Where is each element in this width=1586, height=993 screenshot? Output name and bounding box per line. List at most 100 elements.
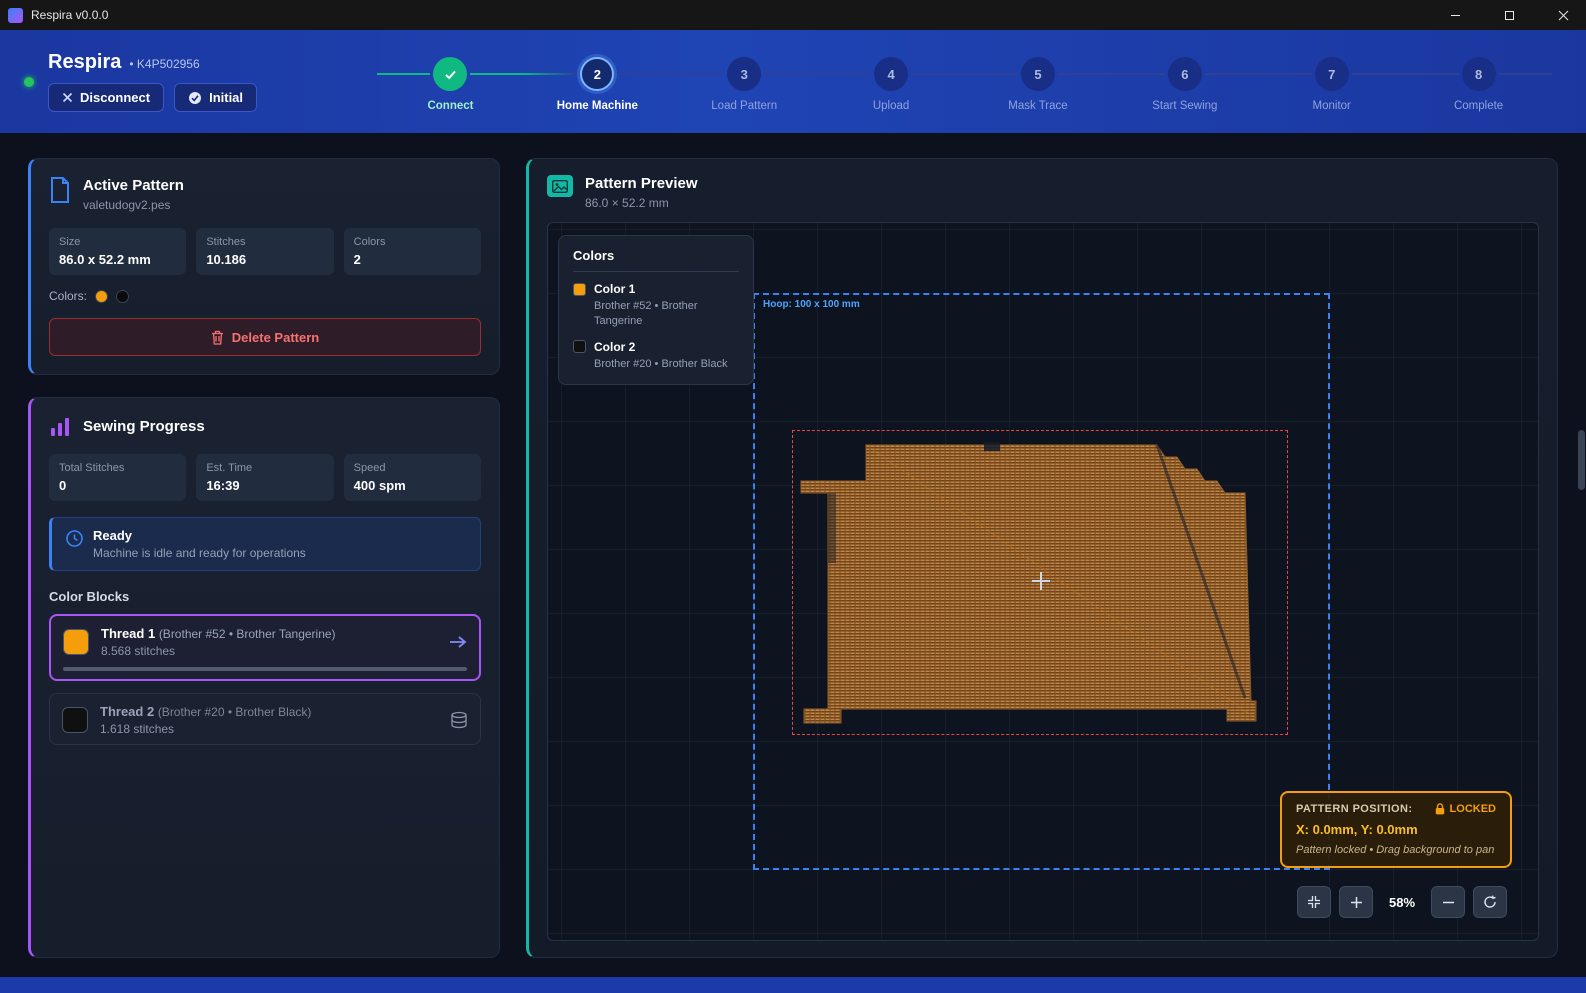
thread-2-detail: (Brother #20 • Brother Black)	[158, 705, 312, 719]
header: Respira • K4P502956 Disconnect Initial	[0, 30, 1586, 133]
stat-size-label: Size	[59, 236, 176, 248]
bar-chart-icon	[49, 416, 71, 438]
serial-number: • K4P502956	[129, 57, 199, 71]
zoom-out-button[interactable]	[1431, 886, 1465, 918]
lock-icon	[1435, 803, 1445, 815]
stat-colors-label: Colors	[354, 236, 471, 248]
step-monitor[interactable]: 7 Monitor	[1258, 57, 1405, 112]
step-load-pattern[interactable]: 3 Load Pattern	[671, 57, 818, 112]
main-content: Active Pattern valetudogv2.pes Size 86.0…	[0, 133, 1586, 977]
disconnect-button[interactable]: Disconnect	[48, 83, 164, 112]
document-icon	[49, 177, 71, 203]
maximize-icon	[1504, 10, 1515, 21]
stat-total-stitches-value: 0	[59, 478, 176, 493]
app-window: Respira v0.0.0 Respira • K4P502956 Disco…	[0, 0, 1586, 993]
fit-screen-icon	[1307, 895, 1321, 909]
thread-1-name: Thread 1	[101, 626, 155, 641]
window-scrollbar[interactable]	[1578, 30, 1585, 977]
step-upload[interactable]: 4 Upload	[818, 57, 965, 112]
step-start-sewing[interactable]: 6 Start Sewing	[1111, 57, 1258, 112]
thread-1-row[interactable]: Thread 1 (Brother #52 • Brother Tangerin…	[49, 614, 481, 681]
stat-total-stitches: Total Stitches 0	[49, 454, 186, 501]
step-connect-label: Connect	[427, 100, 473, 112]
window-title: Respira v0.0.0	[31, 8, 108, 22]
minus-icon	[1442, 896, 1455, 909]
stat-size: Size 86.0 x 52.2 mm	[49, 228, 186, 275]
close-button[interactable]	[1540, 0, 1586, 30]
legend-item-color2: Color 2 Brother #20 • Brother Black	[573, 340, 739, 372]
machine-status: Ready Machine is idle and ready for oper…	[49, 517, 481, 571]
maximize-button[interactable]	[1486, 0, 1532, 30]
x-icon	[62, 92, 73, 103]
footer-strip	[0, 977, 1586, 993]
thread-2-row[interactable]: Thread 2 (Brother #20 • Brother Black) 1…	[49, 693, 481, 745]
step-monitor-circle: 7	[1315, 57, 1349, 91]
position-coords: X: 0.0mm, Y: 0.0mm	[1296, 822, 1496, 837]
fit-to-screen-button[interactable]	[1297, 886, 1331, 918]
connection-status-dot	[24, 77, 34, 87]
thread-1-detail: (Brother #52 • Brother Tangerine)	[159, 627, 336, 641]
step-upload-label: Upload	[873, 100, 909, 112]
pattern-filename: valetudogv2.pes	[83, 198, 184, 212]
refresh-icon	[1483, 895, 1497, 909]
thread-1-swatch	[63, 629, 89, 655]
delete-pattern-button[interactable]: Delete Pattern	[49, 318, 481, 356]
step-complete[interactable]: 8 Complete	[1405, 57, 1552, 112]
legend-swatch-2	[573, 340, 586, 353]
status-message: Machine is idle and ready for operations	[93, 546, 306, 560]
disconnect-label: Disconnect	[80, 90, 150, 105]
minimize-button[interactable]	[1432, 0, 1478, 30]
preview-canvas[interactable]: Colors Color 1 Brother #52 • Brother Tan…	[547, 222, 1539, 941]
reset-view-button[interactable]	[1473, 886, 1507, 918]
app-icon	[8, 8, 23, 23]
scrollbar-thumb[interactable]	[1578, 430, 1585, 490]
step-connect-circle	[433, 57, 467, 91]
locked-badge: LOCKED	[1450, 803, 1496, 815]
position-hint: Pattern locked • Drag background to pan	[1296, 844, 1496, 856]
zoom-controls: 58%	[1297, 886, 1507, 918]
stat-colors: Colors 2	[344, 228, 481, 275]
app-name: Respira	[48, 51, 121, 74]
initial-button[interactable]: Initial	[174, 83, 257, 112]
sewing-progress-title: Sewing Progress	[83, 418, 205, 435]
color-dot-1	[95, 290, 108, 303]
stat-speed-label: Speed	[354, 462, 471, 474]
step-upload-circle: 4	[874, 57, 908, 91]
color-blocks-label: Color Blocks	[49, 589, 481, 604]
layers-icon	[450, 711, 468, 729]
step-mask-trace[interactable]: 5 Mask Trace	[965, 57, 1112, 112]
stat-stitches: Stitches 10.186	[196, 228, 333, 275]
stat-stitches-value: 10.186	[206, 252, 323, 267]
step-home-machine-label: Home Machine	[557, 100, 638, 112]
step-load-pattern-circle: 3	[727, 57, 761, 91]
color-dot-2	[116, 290, 129, 303]
step-connect[interactable]: Connect	[377, 57, 524, 112]
status-title: Ready	[93, 528, 306, 543]
step-start-sewing-circle: 6	[1168, 57, 1202, 91]
pattern-position-box: PATTERN POSITION: LOCKED X: 0.0mm, Y: 0.…	[1280, 791, 1512, 868]
stat-stitches-label: Stitches	[206, 236, 323, 248]
legend-swatch-1	[573, 283, 586, 296]
stat-speed: Speed 400 spm	[344, 454, 481, 501]
plus-icon	[1350, 896, 1363, 909]
workflow-stepper: Connect 2 Home Machine 3 Load Pattern 4 …	[377, 57, 1552, 112]
sewing-progress-card: Sewing Progress Total Stitches 0 Est. Ti…	[28, 397, 500, 958]
hoop-label: Hoop: 100 x 100 mm	[763, 299, 860, 310]
thread-1-progress-bar	[63, 667, 467, 671]
legend-detail-2: Brother #20 • Brother Black	[594, 357, 739, 372]
zoom-in-button[interactable]	[1339, 886, 1373, 918]
step-home-machine-circle: 2	[580, 57, 614, 91]
trash-icon	[211, 330, 224, 345]
stat-size-value: 86.0 x 52.2 mm	[59, 252, 176, 267]
step-load-pattern-label: Load Pattern	[711, 100, 777, 112]
stat-est-time-label: Est. Time	[206, 462, 323, 474]
legend-item-color1: Color 1 Brother #52 • Brother Tangerine	[573, 282, 739, 330]
step-complete-circle: 8	[1462, 57, 1496, 91]
check-circle-icon	[188, 91, 202, 105]
left-column: Active Pattern valetudogv2.pes Size 86.0…	[28, 158, 500, 958]
step-home-machine[interactable]: 2 Home Machine	[524, 57, 671, 112]
stat-est-time-value: 16:39	[206, 478, 323, 493]
close-icon	[1558, 10, 1569, 21]
thread-2-stitches: 1.618 stitches	[100, 722, 438, 736]
minimize-icon	[1450, 10, 1461, 21]
